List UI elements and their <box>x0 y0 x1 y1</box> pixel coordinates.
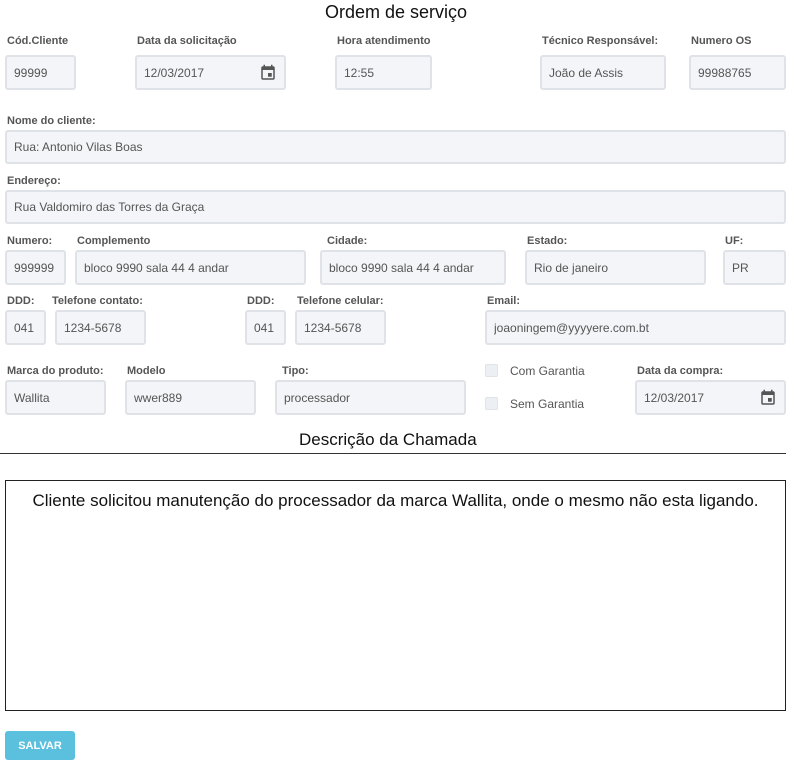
descricao-textarea[interactable]: Cliente solicitou manutenção do processa… <box>5 480 786 711</box>
email-input[interactable]: joaoningem@yyyyere.com.bt <box>485 310 786 345</box>
nome-cliente-input[interactable]: Rua: Antonio Vilas Boas <box>5 130 786 164</box>
tipo-label: Tipo: <box>282 365 309 377</box>
complemento-input[interactable]: bloco 9990 sala 44 4 andar <box>75 250 306 285</box>
email-label: Email: <box>487 295 521 307</box>
ddd-contato-label: DDD: <box>7 295 35 307</box>
complemento-value: bloco 9990 sala 44 4 andar <box>84 260 229 275</box>
hora-atendimento-label: Hora atendimento <box>337 35 431 47</box>
numero-os-input[interactable]: 99988765 <box>689 55 786 90</box>
hora-atendimento-input[interactable]: 12:55 <box>335 55 432 90</box>
telefone-celular-label: Telefone celular: <box>297 295 384 307</box>
tecnico-value: João de Assis <box>549 65 624 80</box>
tipo-input[interactable]: processador <box>275 380 466 415</box>
telefone-contato-input[interactable]: 1234-5678 <box>55 310 146 345</box>
com-garantia-checkbox[interactable] <box>485 364 498 377</box>
marca-value: Wallita <box>14 390 50 405</box>
tipo-value: processador <box>284 390 351 405</box>
complemento-label: Complemento <box>77 235 151 247</box>
section-divider <box>0 453 786 454</box>
telefone-contato-label: Telefone contato: <box>52 295 143 307</box>
modelo-input[interactable]: wwer889 <box>125 380 256 415</box>
ddd-contato-input[interactable]: 041 <box>5 310 46 345</box>
tecnico-label: Técnico Responsável: <box>542 35 659 47</box>
com-garantia-label: Com Garantia <box>510 364 585 378</box>
email-value: joaoningem@yyyyere.com.bt <box>494 320 649 335</box>
calendar-icon[interactable] <box>759 389 777 407</box>
ddd-contato-value: 041 <box>14 320 35 335</box>
endereco-input[interactable]: Rua Valdomiro das Torres da Graça <box>5 190 786 224</box>
telefone-celular-input[interactable]: 1234-5678 <box>295 310 386 345</box>
endereco-value: Rua Valdomiro das Torres da Graça <box>14 200 205 214</box>
modelo-value: wwer889 <box>134 390 183 405</box>
data-compra-input[interactable]: 12/03/2017 <box>635 380 786 415</box>
descricao-title: Descrição da Chamada <box>299 430 477 449</box>
ddd-celular-input[interactable]: 041 <box>245 310 286 345</box>
cod-cliente-label: Cód.Cliente <box>7 35 69 47</box>
endereco-label: Endereço: <box>7 175 61 187</box>
numero-input[interactable]: 999999 <box>5 250 66 285</box>
cod-cliente-input[interactable]: 99999 <box>5 55 76 90</box>
descricao-text: Cliente solicitou manutenção do processa… <box>32 491 759 510</box>
numero-os-value: 99988765 <box>698 65 752 80</box>
data-solicitacao-input[interactable]: 12/03/2017 <box>135 55 286 90</box>
nome-cliente-value: Rua: Antonio Vilas Boas <box>14 140 143 154</box>
data-compra-value: 12/03/2017 <box>644 390 705 405</box>
numero-value: 999999 <box>14 260 55 275</box>
cod-cliente-value: 99999 <box>14 65 48 80</box>
uf-value: PR <box>732 260 749 275</box>
uf-input[interactable]: PR <box>723 250 786 285</box>
calendar-icon[interactable] <box>259 64 277 82</box>
sem-garantia-label: Sem Garantia <box>510 397 585 411</box>
telefone-contato-value: 1234-5678 <box>64 320 122 335</box>
telefone-celular-value: 1234-5678 <box>304 320 362 335</box>
ddd-celular-value: 041 <box>254 320 275 335</box>
page-title: Ordem de serviço <box>325 2 468 22</box>
hora-atendimento-value: 12:55 <box>344 65 375 80</box>
data-solicitacao-label: Data da solicitação <box>137 35 237 47</box>
marca-label: Marca do produto: <box>7 365 104 377</box>
estado-input[interactable]: Rio de janeiro <box>525 250 706 285</box>
marca-input[interactable]: Wallita <box>5 380 106 415</box>
data-compra-label: Data da compra: <box>637 365 724 377</box>
ddd-celular-label: DDD: <box>247 295 275 307</box>
save-button[interactable]: SALVAR <box>5 731 75 760</box>
tecnico-input[interactable]: João de Assis <box>540 55 666 90</box>
sem-garantia-checkbox[interactable] <box>485 397 498 410</box>
estado-label: Estado: <box>527 235 568 247</box>
numero-os-label: Numero OS <box>691 35 752 47</box>
estado-value: Rio de janeiro <box>534 260 609 275</box>
uf-label: UF: <box>725 235 744 247</box>
numero-label: Numero: <box>7 235 53 247</box>
nome-cliente-label: Nome do cliente: <box>7 115 96 127</box>
cidade-value: bloco 9990 sala 44 4 andar <box>329 260 474 275</box>
cidade-input[interactable]: bloco 9990 sala 44 4 andar <box>320 250 506 285</box>
modelo-label: Modelo <box>127 365 166 377</box>
cidade-label: Cidade: <box>327 235 368 247</box>
data-solicitacao-value: 12/03/2017 <box>144 65 205 80</box>
